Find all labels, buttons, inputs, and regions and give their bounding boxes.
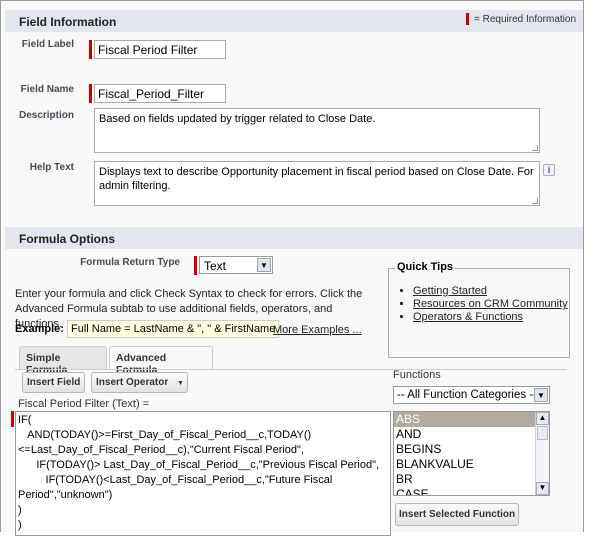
function-option[interactable]: ABS: [394, 412, 535, 427]
functions-label: Functions: [393, 369, 441, 381]
link-getting-started[interactable]: Getting Started: [413, 285, 487, 297]
function-option[interactable]: BR: [394, 472, 549, 487]
function-option[interactable]: AND: [394, 427, 549, 442]
scroll-down-icon[interactable]: ▼: [536, 482, 549, 495]
example-label: Example:: [15, 323, 64, 335]
tab-divider: [15, 369, 567, 370]
field-name-label: Field Name: [20, 84, 74, 95]
scroll-thumb[interactable]: [537, 426, 548, 440]
function-category-select[interactable]: -- All Function Categories -- ▼: [393, 386, 550, 404]
required-marker: [194, 256, 197, 275]
field-label-label: Field Label: [21, 39, 74, 50]
required-legend: = Required Information: [474, 14, 577, 25]
resize-handle[interactable]: [532, 198, 538, 204]
required-marker: [466, 13, 469, 25]
example-value: Full Name = LastName & ", " & FirstName: [67, 320, 280, 338]
description-text: Based on fields updated by trigger relat…: [99, 113, 376, 125]
more-examples-link[interactable]: More Examples ...: [273, 324, 362, 336]
functions-listbox[interactable]: ABS AND BEGINS BLANKVALUE BR CASE ▲ ▼: [393, 411, 550, 496]
insert-selected-function-button[interactable]: Insert Selected Function: [395, 503, 520, 526]
tab-simple-formula[interactable]: Simple Formula: [19, 346, 107, 376]
formula-label: Fiscal Period Filter (Text) =: [18, 398, 150, 410]
quick-tips-box: Quick Tips Getting Started Resources on …: [388, 261, 570, 358]
insert-operator-button[interactable]: Insert Operator ▼: [91, 372, 188, 393]
resize-handle[interactable]: [532, 145, 538, 151]
chevron-down-icon: ▼: [257, 258, 271, 272]
required-marker: [89, 40, 92, 59]
function-option[interactable]: CASE: [394, 487, 549, 495]
required-marker: [89, 84, 92, 103]
required-marker: [11, 411, 14, 427]
help-text-value: Displays text to describe Opportunity pl…: [99, 166, 537, 192]
insert-field-button[interactable]: Insert Field: [22, 372, 86, 393]
chevron-down-icon: ▼: [534, 388, 548, 402]
scroll-up-icon[interactable]: ▲: [536, 412, 549, 425]
quick-tips-title: Quick Tips: [395, 261, 456, 273]
link-crm-community[interactable]: Resources on CRM Community: [413, 298, 568, 310]
category-value: -- All Function Categories --: [397, 389, 537, 401]
tab-advanced-formula[interactable]: Advanced Formula: [109, 346, 213, 376]
section-title: Formula Options: [19, 232, 115, 246]
formula-editor[interactable]: IF( AND(TODAY()>=First_Day_of_Fiscal_Per…: [15, 411, 391, 536]
description-textarea[interactable]: Based on fields updated by trigger relat…: [94, 108, 540, 153]
info-icon[interactable]: i: [543, 164, 555, 176]
return-type-label: Formula Return Type: [80, 257, 180, 268]
insert-operator-label: Insert Operator: [96, 377, 169, 388]
help-text-textarea[interactable]: Displays text to describe Opportunity pl…: [94, 161, 540, 206]
description-label: Description: [18, 110, 74, 121]
formula-options-header: Formula Options: [5, 227, 583, 249]
function-option[interactable]: BLANKVALUE: [394, 457, 549, 472]
field-label-input[interactable]: Fiscal Period Filter: [94, 40, 226, 59]
help-text-label: Help Text: [29, 162, 74, 173]
section-title: Field Information: [19, 15, 117, 29]
field-name-input[interactable]: Fiscal_Period_Filter: [94, 84, 226, 103]
scrollbar[interactable]: ▲ ▼: [535, 412, 549, 495]
return-type-value: Text: [204, 259, 227, 273]
caret-down-icon: ▼: [177, 380, 184, 387]
function-option[interactable]: BEGINS: [394, 442, 549, 457]
link-operators-functions[interactable]: Operators & Functions: [413, 311, 523, 323]
return-type-select[interactable]: Text ▼: [199, 256, 273, 274]
